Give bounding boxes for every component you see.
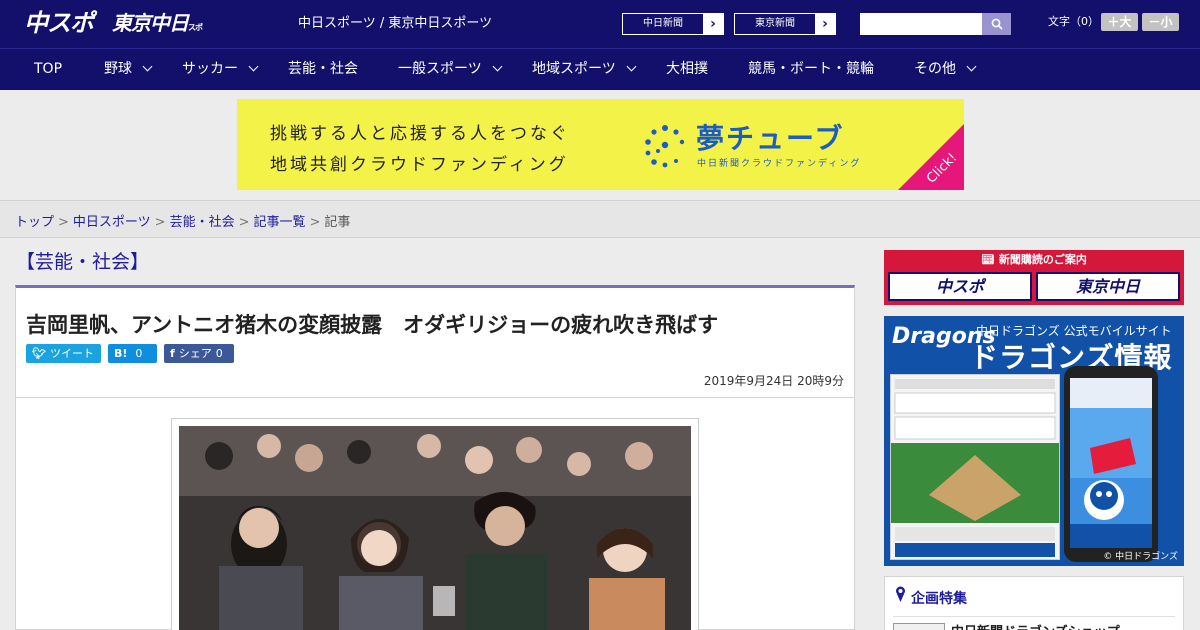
search-input[interactable] [860, 13, 982, 35]
nav-baseball[interactable]: 野球 [104, 49, 153, 90]
scoreboard-graphic [891, 379, 1059, 557]
article-title: 吉岡里帆、アントニオ猪木の変顔披露 オダギリジョーの疲れ吹き飛ばす [26, 313, 719, 337]
feature-thumbnail[interactable] [893, 623, 945, 630]
nav-label: 地域スポーツ [532, 61, 616, 77]
breadcrumb-separator: > [238, 215, 250, 230]
facebook-icon: f [170, 347, 175, 360]
breadcrumb-separator: > [309, 215, 321, 230]
hatena-bookmark-button[interactable]: B! 0 [108, 344, 157, 363]
nav-racing[interactable]: 競馬・ボート・競輪 [748, 49, 874, 90]
nav-label: 芸能・社会 [288, 61, 358, 77]
nav-label: サッカー [182, 61, 238, 77]
feature-title: 企画特集 [911, 591, 967, 607]
crowdfunding-ad-banner[interactable]: 挑戦する人と応援する人をつなぐ 地域共創クラウドファンディング 夢チューブ 中日… [237, 99, 964, 190]
ad-subtitle: 中日新聞クラウドファンディング [697, 159, 862, 169]
tokyo-chunichi-logo[interactable]: 東京中日スポーツ [112, 8, 208, 67]
nav-entertainment[interactable]: 芸能・社会 [288, 49, 358, 90]
facebook-count: 0 [215, 347, 223, 360]
divider [893, 616, 1175, 617]
hatena-count: 0 [135, 347, 143, 360]
font-size-label: 文字（0） [1048, 15, 1099, 28]
nav-top[interactable]: TOP [34, 49, 62, 90]
nav-local-sports[interactable]: 地域スポーツ [532, 49, 637, 90]
breadcrumb-bar: トップ > 中日スポーツ > 芸能・社会 > 記事一覧 > 記事 [0, 200, 1200, 238]
chevron-right-icon: › [815, 14, 835, 34]
breadcrumb-chunichi-sports[interactable]: 中日スポーツ [73, 215, 151, 230]
ad-line-2: 地域共創クラウドファンディング [270, 155, 569, 175]
article-card: 吉岡里帆、アントニオ猪木の変顔披露 オダギリジョーの疲れ吹き飛ばす 🐦︎ ツイート… [15, 285, 855, 630]
article-date: 2019年9月24日 20時9分 [703, 374, 844, 388]
nav-label: 競馬・ボート・競輪 [748, 61, 874, 77]
tokyo-chunichi-subscribe-link[interactable]: 東京中日 [1036, 272, 1180, 301]
phone-illustration [1064, 366, 1158, 562]
nav-soccer[interactable]: サッカー [182, 49, 259, 90]
font-bigger-button[interactable]: ＋大 [1101, 13, 1138, 31]
article-photo[interactable] [179, 426, 691, 630]
subscription-title: 📰︎ 新聞購読のご案内 [884, 251, 1184, 268]
subscription-box[interactable]: 📰︎ 新聞購読のご案内 中スポ 東京中日 [884, 250, 1184, 305]
breadcrumb-article-list[interactable]: 記事一覧 [254, 215, 306, 230]
chunichi-shimbun-button[interactable]: 中日新聞 › [622, 13, 724, 35]
divider [16, 397, 854, 398]
breadcrumb-current: 記事 [324, 215, 351, 230]
dots-logo-icon [645, 125, 685, 168]
chevron-down-icon [142, 61, 153, 72]
site-links[interactable]: 中日スポーツ / 東京中日スポーツ [298, 15, 492, 33]
scoreboard-illustration [890, 374, 1060, 560]
dragons-copyright: © 中日ドラゴンズ [1103, 552, 1178, 562]
chevron-down-icon [966, 61, 977, 72]
chunichi-shimbun-label: 中日新聞 [643, 18, 683, 29]
mascot-illustration [1070, 378, 1152, 548]
breadcrumb-separator: > [154, 215, 166, 230]
nav-label: その他 [914, 61, 956, 77]
facebook-share-button[interactable]: f シェア 0 [164, 344, 234, 363]
nav-label: TOP [34, 61, 63, 77]
article-photo-frame [171, 418, 699, 630]
dragons-mobile-ad[interactable]: Dragons 中日ドラゴンズ 公式モバイルサイト ドラゴンズ情報 © 中日ドラ… [884, 316, 1184, 566]
chuspo-subscribe-link[interactable]: 中スポ [888, 272, 1032, 301]
feature-box: 企画特集 中日新聞ドラゴンズショップ [884, 576, 1184, 630]
chuspo-logo[interactable]: 中スポ [24, 8, 102, 38]
tokyo-shimbun-button[interactable]: 東京新聞 › [734, 13, 836, 35]
nav-label: 一般スポーツ [398, 61, 482, 77]
ribbon-badge-icon [896, 586, 905, 602]
nav-sumo[interactable]: 大相撲 [666, 49, 708, 90]
tokyo-shimbun-label: 東京新聞 [755, 18, 795, 29]
ad-brand: 夢チューブ [696, 122, 845, 155]
feature-item-link[interactable]: 中日新聞ドラゴンズショップ [951, 621, 1120, 630]
photo-illustration [179, 426, 691, 630]
nav-label: 大相撲 [666, 61, 708, 77]
breadcrumb: トップ > 中日スポーツ > 芸能・社会 > 記事一覧 > 記事 [15, 211, 350, 230]
subscription-title-text: 新聞購読のご案内 [998, 253, 1087, 266]
chevron-down-icon [248, 61, 259, 72]
ad-line-1: 挑戦する人と応援する人をつなぐ [270, 124, 570, 144]
tweet-label: ツイート [49, 347, 94, 360]
tokyo-logo-text: 東京中日 [112, 11, 189, 35]
newspaper-icon: 📰︎ [981, 253, 999, 266]
breadcrumb-separator: > [58, 215, 69, 230]
chevron-down-icon [626, 61, 637, 72]
tweet-button[interactable]: 🐦︎ ツイート [26, 344, 101, 363]
nav-general-sports[interactable]: 一般スポーツ [398, 49, 503, 90]
nav-other[interactable]: その他 [914, 49, 977, 90]
ad-area: 挑戦する人と応援する人をつなぐ 地域共創クラウドファンディング 夢チューブ 中日… [0, 90, 1200, 200]
breadcrumb-entertainment[interactable]: 芸能・社会 [170, 215, 235, 230]
main-nav: TOP 野球 サッカー 芸能・社会 一般スポーツ 地域スポーツ 大相撲 競馬・ボ… [0, 48, 1200, 90]
font-smaller-button[interactable]: －小 [1142, 13, 1179, 31]
hatena-icon: B! [114, 347, 128, 360]
facebook-share-label: シェア [178, 347, 212, 360]
breadcrumb-top[interactable]: トップ [15, 215, 54, 230]
search-icon [991, 18, 1003, 30]
twitter-bird-icon: 🐦︎ [32, 347, 46, 360]
chevron-right-icon: › [703, 14, 723, 34]
nav-label: 野球 [104, 61, 132, 77]
header: 中スポ 東京中日スポーツ 中日スポーツ / 東京中日スポーツ 中日新聞 › 東京… [0, 0, 1200, 67]
chevron-down-icon [492, 61, 503, 72]
search-button[interactable] [982, 13, 1011, 35]
category-heading[interactable]: 【芸能・社会】 [16, 250, 149, 274]
phone-screen [1070, 378, 1152, 548]
